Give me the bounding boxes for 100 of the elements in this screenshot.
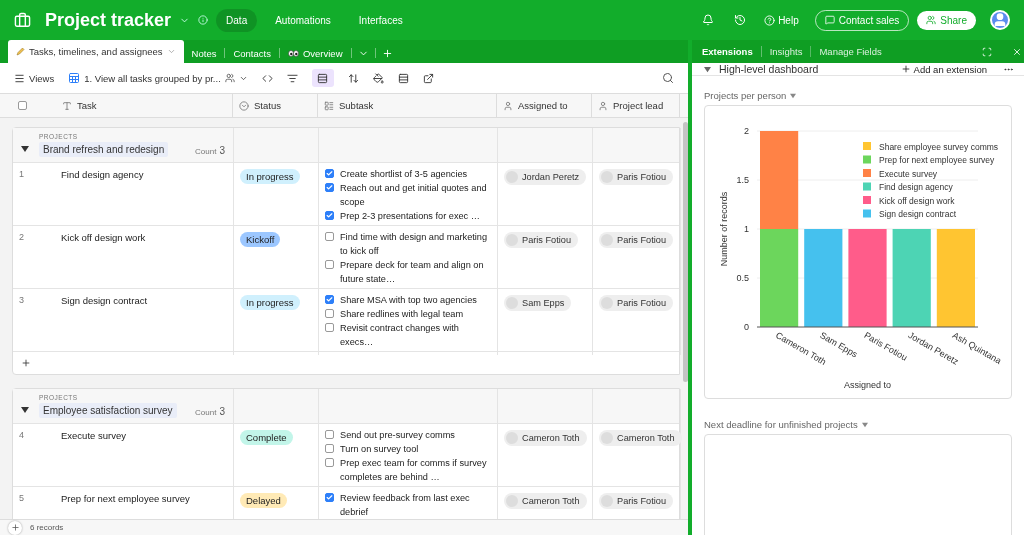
column-header[interactable]: Assigned to	[518, 100, 568, 111]
task-name: Prep for next employee survey	[61, 493, 190, 506]
status-tag: Complete	[240, 430, 293, 445]
history-icon[interactable]	[734, 14, 747, 26]
long-text-icon	[324, 100, 334, 111]
fullscreen-icon[interactable]	[982, 46, 992, 57]
info-icon[interactable]	[198, 15, 209, 25]
checkbox[interactable]	[325, 183, 334, 192]
group-button[interactable]	[311, 69, 334, 87]
add-button[interactable]	[8, 520, 22, 535]
legend-item: Sign design contract	[863, 209, 957, 219]
plus-icon	[900, 64, 911, 74]
eyes-icon	[287, 49, 299, 57]
column-header[interactable]: Project lead	[613, 100, 664, 111]
dashboard-title[interactable]: High-level dashboard	[719, 63, 819, 75]
checkbox[interactable]	[325, 430, 334, 439]
count-value: 3	[219, 145, 225, 156]
close-icon[interactable]	[1012, 46, 1022, 57]
checkbox[interactable]	[325, 295, 334, 304]
add-extension-button[interactable]: Add an extension	[900, 63, 987, 75]
legend-label: Find design agency	[879, 182, 954, 192]
plus-icon	[10, 523, 20, 532]
row-number: 1	[19, 169, 25, 181]
checkbox[interactable]	[18, 101, 27, 110]
subtask-text: Send out pre-survey comms	[340, 429, 455, 442]
legend-label: Kick off design work	[879, 195, 956, 206]
avatar[interactable]	[990, 10, 1010, 30]
tick-label: 2	[744, 126, 749, 136]
count-value: 3	[219, 406, 225, 417]
collapse-icon[interactable]	[21, 145, 29, 153]
collapse-icon[interactable]	[704, 65, 711, 73]
subtask-text: Share MSA with top two agencies	[340, 294, 477, 307]
legend-label: Execute survey	[879, 168, 938, 179]
table-tab[interactable]: Contacts	[225, 43, 279, 63]
column-header[interactable]: Subtask	[339, 100, 374, 111]
legend-item: Prep for next employee survey	[863, 155, 995, 165]
checkbox[interactable]	[325, 493, 334, 502]
avatar-icon	[601, 297, 613, 309]
people-icon	[926, 15, 937, 25]
row-height-icon[interactable]	[397, 72, 409, 84]
help-link[interactable]: Help	[764, 14, 799, 26]
select-field-icon	[239, 100, 249, 111]
nav-tab[interactable]: Automations	[265, 8, 341, 32]
collapse-icon[interactable]	[21, 406, 29, 414]
view-selector[interactable]: 1. View all tasks grouped by pr...	[68, 72, 248, 84]
panel-tab[interactable]: Insights	[769, 46, 812, 57]
user-chip: Paris Fotiou	[599, 493, 674, 509]
code-icon[interactable]	[261, 72, 273, 84]
subtask-text: Turn on survey tool	[340, 443, 419, 456]
legend-label: Sign design contract	[879, 209, 957, 219]
subtask-text: Reach out and get initial quotes and scope	[340, 182, 488, 209]
chevron-icon	[166, 47, 176, 56]
base-title[interactable]: Project tracker	[45, 9, 172, 31]
panel-tab[interactable]: Extensions	[702, 46, 762, 57]
nav-tab[interactable]: Interfaces	[348, 8, 413, 32]
subtask-text: Share redlines with legal team	[340, 308, 464, 321]
task-name: Execute survey	[61, 430, 126, 443]
count-label: Count	[195, 408, 217, 417]
search-icon[interactable]	[662, 72, 674, 84]
count-label: Count	[195, 147, 217, 156]
base-icon	[14, 11, 31, 29]
menu-icon	[14, 72, 25, 84]
share-view-icon[interactable]	[422, 72, 434, 84]
group-name: Brand refresh and redesign	[39, 141, 169, 157]
subtask-text: Prep exec team for comms if survey completes are behind …	[340, 457, 488, 484]
status-tag: In progress	[240, 169, 300, 184]
chat-icon	[824, 15, 835, 25]
status-tag: Delayed	[240, 493, 287, 508]
table-tab[interactable]: Notes	[183, 43, 225, 63]
checkbox[interactable]	[325, 309, 334, 318]
table-tab[interactable]: Overview	[279, 43, 351, 63]
caret-icon	[790, 92, 797, 99]
nav-tab[interactable]: Data	[216, 8, 258, 32]
table-tab[interactable]: Tasks, timelines, and assignees	[8, 40, 184, 63]
checkbox[interactable]	[325, 211, 334, 220]
checkbox[interactable]	[325, 232, 334, 241]
checkbox[interactable]	[325, 323, 334, 332]
user-icon	[598, 100, 608, 111]
views-button[interactable]: Views	[14, 72, 55, 84]
panel-tab[interactable]: Manage Fields	[819, 46, 890, 57]
filter-icon[interactable]	[286, 72, 298, 84]
column-header[interactable]: Task	[77, 100, 97, 111]
checkbox[interactable]	[325, 169, 334, 178]
user-icon	[503, 100, 513, 111]
checkbox[interactable]	[325, 444, 334, 453]
status-tag: Kickoff	[240, 232, 281, 247]
share-button[interactable]: Share	[917, 10, 976, 30]
person-icon	[992, 12, 1008, 28]
column-header[interactable]: Status	[254, 100, 281, 111]
avatar-icon	[601, 171, 613, 183]
add-icon[interactable]	[381, 47, 393, 59]
paint-bucket-icon[interactable]	[372, 72, 384, 84]
checkbox[interactable]	[325, 458, 334, 467]
checkbox[interactable]	[325, 260, 334, 269]
bell-icon[interactable]	[702, 14, 715, 26]
scrollbar[interactable]	[683, 122, 688, 382]
add-record-icon[interactable]	[21, 358, 31, 368]
widget-title[interactable]: Next deadline for unfinished projects	[704, 419, 1012, 430]
sort-icon[interactable]	[347, 72, 359, 84]
widget-title[interactable]: Projects per person	[704, 90, 1012, 101]
